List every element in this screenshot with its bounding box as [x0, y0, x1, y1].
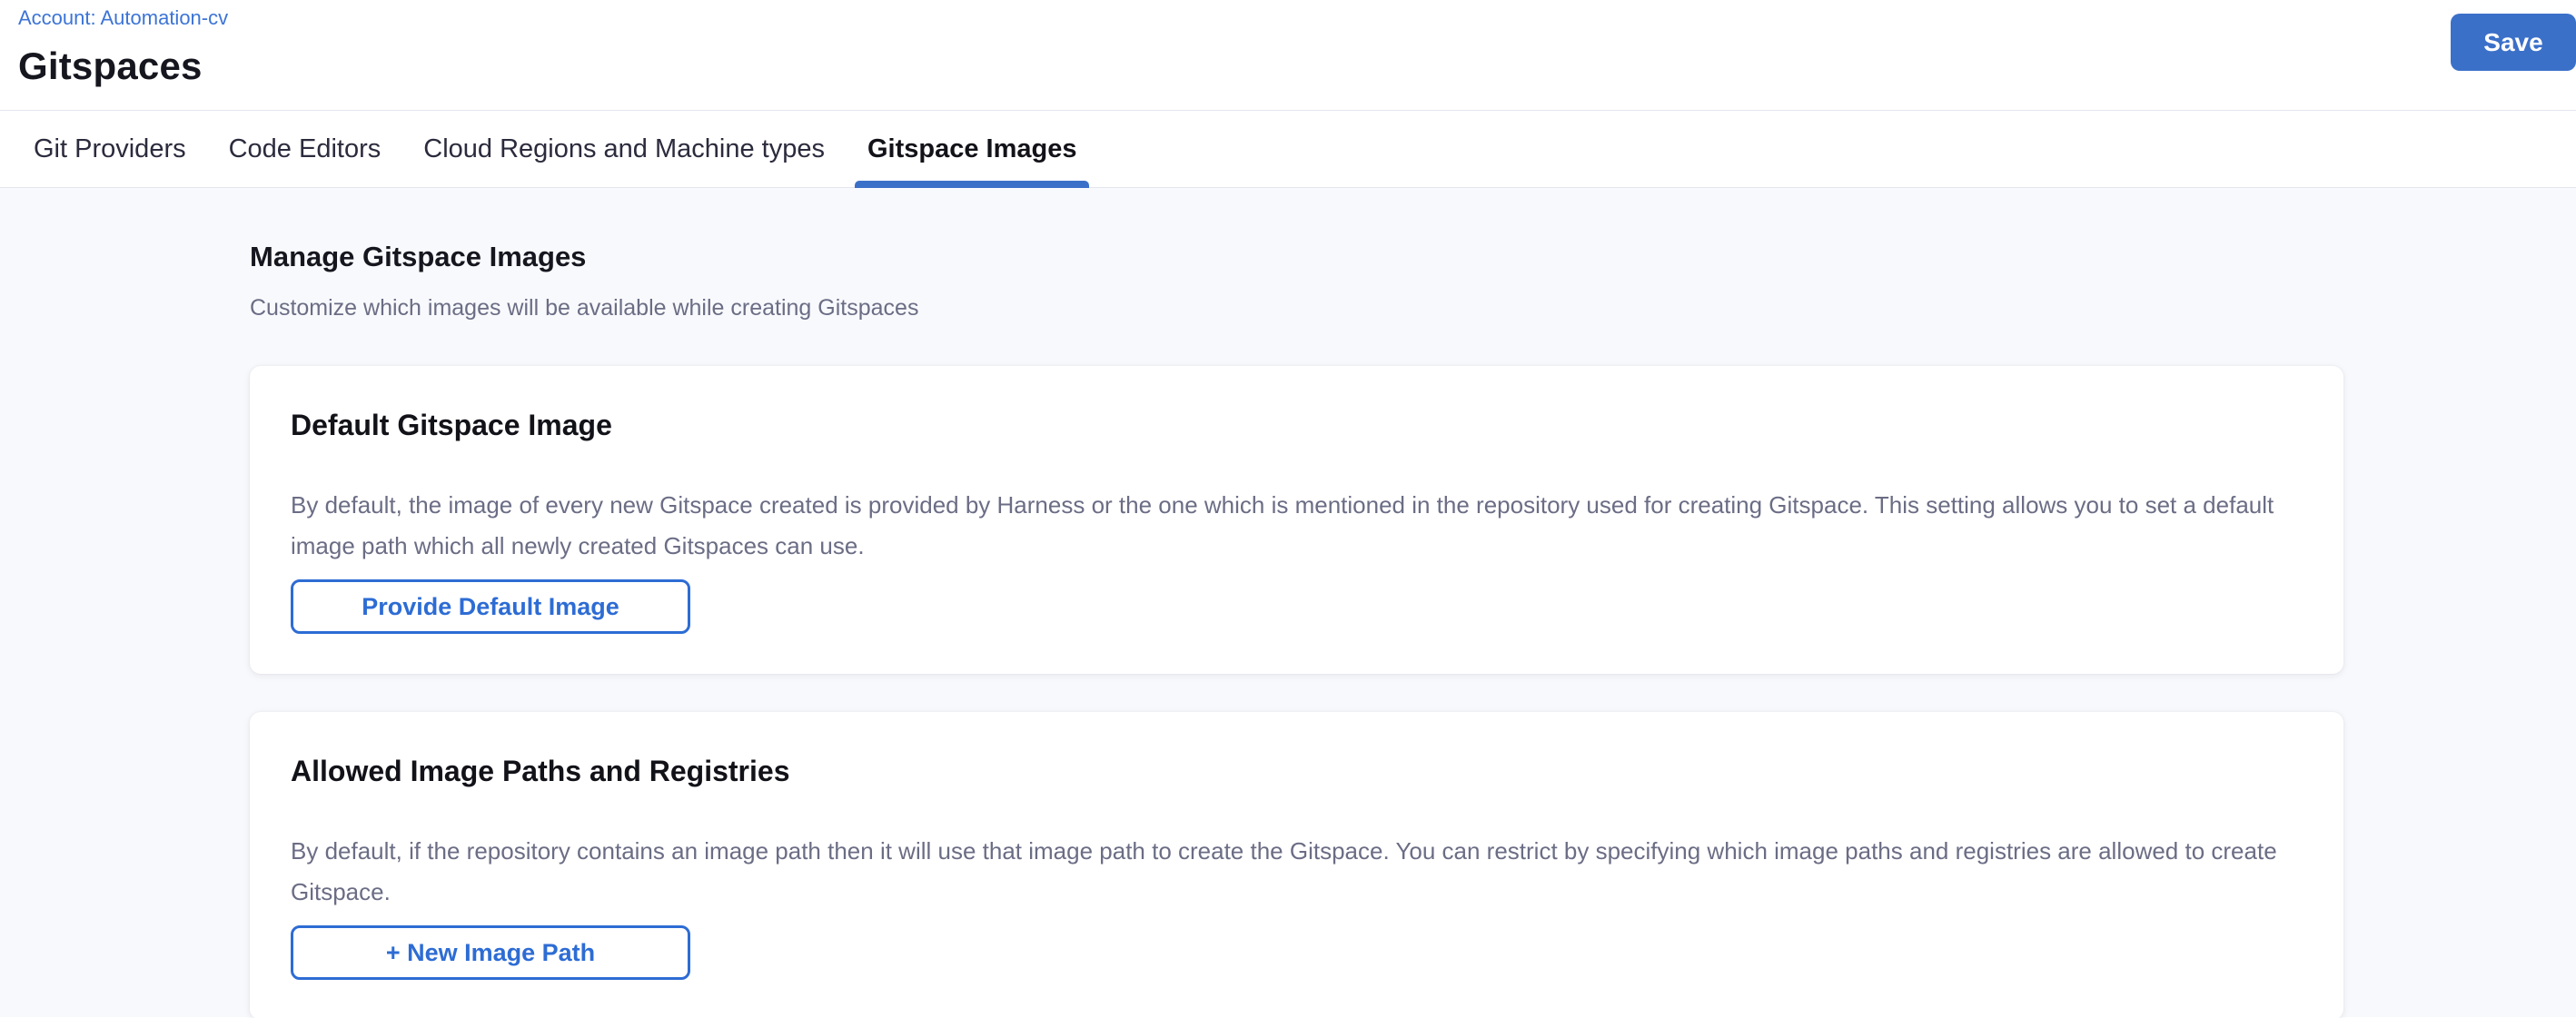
- tab-bar: Git Providers Code Editors Cloud Regions…: [0, 111, 2576, 188]
- page-header: Account: Automation-cv Gitspaces Save: [0, 0, 2576, 111]
- breadcrumb-account-link[interactable]: Account: Automation-cv: [18, 5, 228, 31]
- section-title: Manage Gitspace Images: [250, 240, 2343, 274]
- section-subtitle: Customize which images will be available…: [250, 294, 2343, 321]
- tab-label: Cloud Regions and Machine types: [423, 134, 825, 164]
- default-gitspace-image-card: Default Gitspace Image By default, the i…: [250, 366, 2343, 674]
- card-description: By default, the image of every new Gitsp…: [291, 485, 2303, 567]
- active-tab-indicator: [855, 181, 1090, 188]
- card-description: By default, if the repository contains a…: [291, 831, 2303, 913]
- card-title: Default Gitspace Image: [291, 407, 2303, 443]
- tab-label: Code Editors: [229, 134, 381, 164]
- main-content: Manage Gitspace Images Customize which i…: [0, 188, 2576, 1017]
- tab-label: Git Providers: [34, 134, 186, 164]
- tab-label: Gitspace Images: [867, 134, 1077, 164]
- page-title: Gitspaces: [18, 43, 2576, 90]
- allowed-image-paths-card: Allowed Image Paths and Registries By de…: [250, 712, 2343, 1018]
- tab-gitspace-images[interactable]: Gitspace Images: [855, 111, 1090, 187]
- tab-cloud-regions-machine-types[interactable]: Cloud Regions and Machine types: [411, 111, 837, 187]
- tab-git-providers[interactable]: Git Providers: [21, 111, 199, 187]
- save-button[interactable]: Save: [2451, 14, 2576, 71]
- card-title: Allowed Image Paths and Registries: [291, 753, 2303, 789]
- provide-default-image-button[interactable]: Provide Default Image: [291, 579, 690, 634]
- tab-code-editors[interactable]: Code Editors: [216, 111, 394, 187]
- new-image-path-button[interactable]: + New Image Path: [291, 925, 690, 980]
